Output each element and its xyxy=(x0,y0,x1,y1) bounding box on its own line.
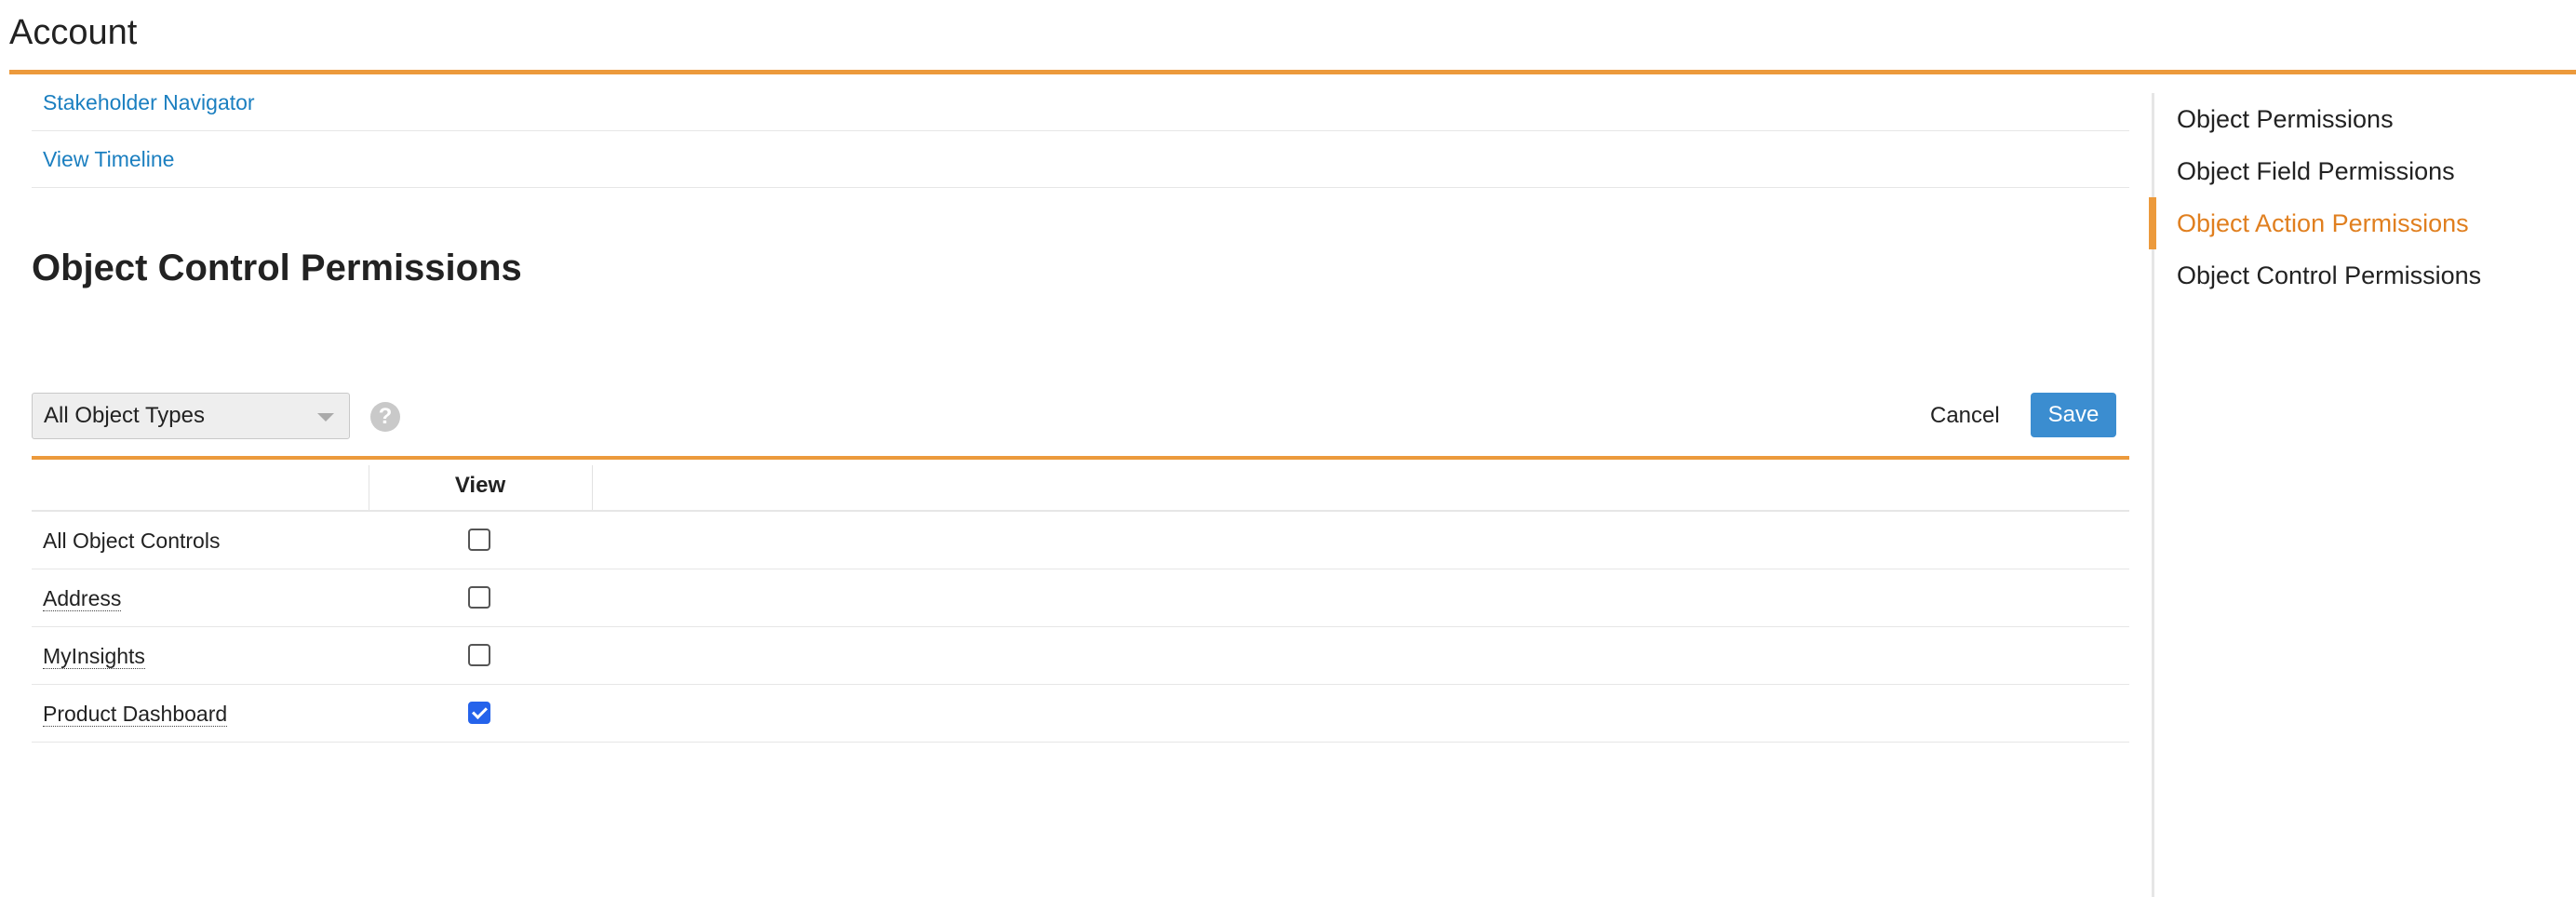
object-type-select-value: All Object Types xyxy=(44,403,205,428)
sidebar-item-object-permissions[interactable]: Object Permissions xyxy=(2154,93,2576,145)
cancel-button[interactable]: Cancel xyxy=(1930,393,2000,439)
section-title: Object Control Permissions xyxy=(32,248,522,288)
chevron-down-icon xyxy=(317,413,334,422)
column-header-view: View xyxy=(454,473,506,498)
permissions-table: View All Object Controls Address MyInsig… xyxy=(32,456,2129,743)
table-row: Address xyxy=(32,569,2129,627)
table-row: All Object Controls xyxy=(32,512,2129,569)
main-content: Stakeholder Navigator View Timeline Obje… xyxy=(32,74,2129,743)
view-checkbox-product-dashboard[interactable] xyxy=(468,702,490,724)
page-title: Account xyxy=(9,13,138,52)
page-header: Account xyxy=(9,0,2576,74)
object-type-select[interactable]: All Object Types xyxy=(32,393,350,439)
sidebar-item-object-field-permissions[interactable]: Object Field Permissions xyxy=(2154,145,2576,197)
sidebar-nav: Object Permissions Object Field Permissi… xyxy=(2149,93,2576,897)
table-header: View xyxy=(32,460,2129,512)
row-label: Product Dashboard xyxy=(43,702,228,727)
table-row: MyInsights xyxy=(32,627,2129,685)
column-divider xyxy=(592,465,593,510)
row-label: All Object Controls xyxy=(43,529,221,553)
view-checkbox-myinsights[interactable] xyxy=(468,644,490,666)
sidebar-item-object-action-permissions[interactable]: Object Action Permissions xyxy=(2149,197,2576,249)
link-row-view-timeline: View Timeline xyxy=(32,131,2129,188)
view-checkbox-all-object-controls[interactable] xyxy=(468,529,490,551)
stakeholder-navigator-link[interactable]: Stakeholder Navigator xyxy=(43,90,255,115)
row-label: MyInsights xyxy=(43,644,145,669)
sidebar-item-object-control-permissions[interactable]: Object Control Permissions xyxy=(2154,249,2576,301)
table-row: Product Dashboard xyxy=(32,685,2129,743)
view-timeline-link[interactable]: View Timeline xyxy=(43,147,174,172)
link-row-stakeholder-navigator: Stakeholder Navigator xyxy=(32,74,2129,131)
view-checkbox-address[interactable] xyxy=(468,586,490,609)
toolbar: All Object Types ? Cancel Save xyxy=(32,318,2129,458)
save-button[interactable]: Save xyxy=(2031,393,2116,437)
help-icon[interactable]: ? xyxy=(370,402,400,432)
row-label: Address xyxy=(43,586,122,611)
